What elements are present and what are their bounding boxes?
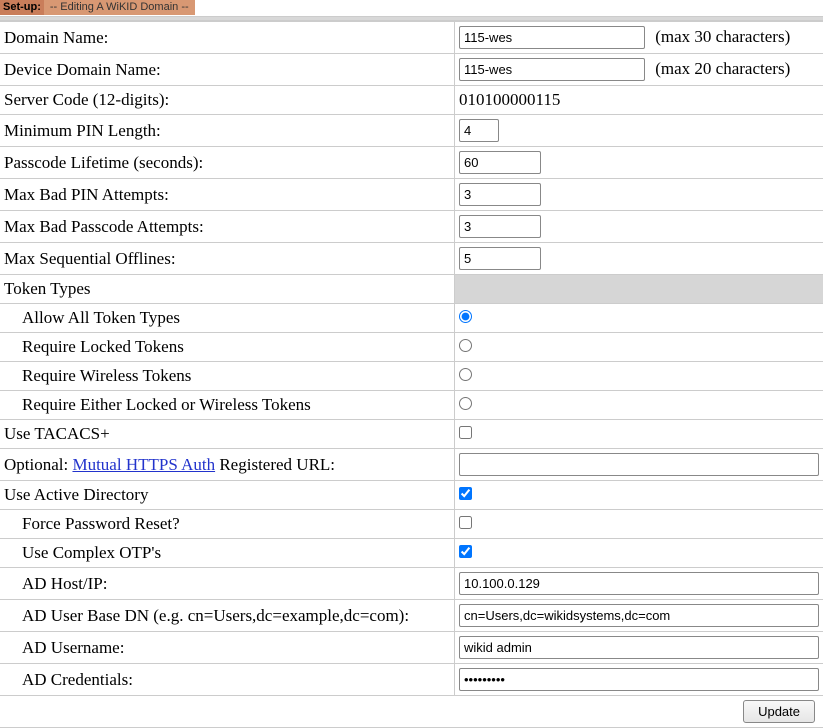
server-code-value: 010100000115 xyxy=(455,86,823,115)
label-ad-username: AD Username: xyxy=(0,632,455,664)
label-force-pw-reset: Force Password Reset? xyxy=(0,510,455,539)
label-ad-base-dn: AD User Base DN (e.g. cn=Users,dc=exampl… xyxy=(0,600,455,632)
domain-name-input[interactable] xyxy=(459,26,645,49)
radio-req-locked[interactable] xyxy=(459,339,472,352)
label-max-bad-pin: Max Bad PIN Attempts: xyxy=(0,179,455,211)
mutual-https-link[interactable]: Mutual HTTPS Auth xyxy=(72,455,215,474)
label-server-code: Server Code (12-digits): xyxy=(0,86,455,115)
label-registered-url: Optional: Mutual HTTPS Auth Registered U… xyxy=(0,449,455,481)
min-pin-input[interactable] xyxy=(459,119,499,142)
label-device-domain-name: Device Domain Name: xyxy=(0,54,455,86)
label-passcode-lifetime: Passcode Lifetime (seconds): xyxy=(0,147,455,179)
radio-req-either[interactable] xyxy=(459,397,472,410)
registered-url-input[interactable] xyxy=(459,453,819,476)
check-use-ad[interactable] xyxy=(459,487,472,500)
header-title: -- Editing A WiKID Domain -- xyxy=(44,0,195,15)
update-button[interactable]: Update xyxy=(743,700,815,723)
hint-max20: (max 20 characters) xyxy=(655,59,790,78)
ad-host-input[interactable] xyxy=(459,572,819,595)
check-use-tacacs[interactable] xyxy=(459,426,472,439)
hint-max30: (max 30 characters) xyxy=(655,27,790,46)
max-seq-offlines-input[interactable] xyxy=(459,247,541,270)
registered-url-suffix: Registered URL: xyxy=(215,455,335,474)
label-req-either: Require Either Locked or Wireless Tokens xyxy=(0,391,455,420)
label-allow-all: Allow All Token Types xyxy=(0,304,455,333)
radio-req-wireless[interactable] xyxy=(459,368,472,381)
label-req-wireless: Require Wireless Tokens xyxy=(0,362,455,391)
passcode-lifetime-input[interactable] xyxy=(459,151,541,174)
max-bad-pin-input[interactable] xyxy=(459,183,541,206)
check-use-complex-otp[interactable] xyxy=(459,545,472,558)
header-setup-label: Set-up: xyxy=(0,0,44,15)
max-bad-passcode-input[interactable] xyxy=(459,215,541,238)
check-force-pw-reset[interactable] xyxy=(459,516,472,529)
optional-prefix: Optional: xyxy=(4,455,72,474)
label-min-pin: Minimum PIN Length: xyxy=(0,115,455,147)
label-use-tacacs: Use TACACS+ xyxy=(0,420,455,449)
page-header: Set-up: -- Editing A WiKID Domain -- xyxy=(0,0,823,15)
label-req-locked: Require Locked Tokens xyxy=(0,333,455,362)
radio-allow-all[interactable] xyxy=(459,310,472,323)
label-max-seq-offlines: Max Sequential Offlines: xyxy=(0,243,455,275)
label-max-bad-passcode: Max Bad Passcode Attempts: xyxy=(0,211,455,243)
label-ad-host: AD Host/IP: xyxy=(0,568,455,600)
label-use-ad: Use Active Directory xyxy=(0,481,455,510)
ad-credentials-input[interactable] xyxy=(459,668,819,691)
device-domain-name-input[interactable] xyxy=(459,58,645,81)
ad-username-input[interactable] xyxy=(459,636,819,659)
label-token-types: Token Types xyxy=(0,275,455,304)
label-domain-name: Domain Name: xyxy=(0,22,455,54)
label-use-complex-otp: Use Complex OTP's xyxy=(0,539,455,568)
ad-base-dn-input[interactable] xyxy=(459,604,819,627)
label-ad-credentials: AD Credentials: xyxy=(0,664,455,696)
settings-table: Domain Name: (max 30 characters) Device … xyxy=(0,21,823,728)
token-types-header-cell xyxy=(455,275,823,304)
